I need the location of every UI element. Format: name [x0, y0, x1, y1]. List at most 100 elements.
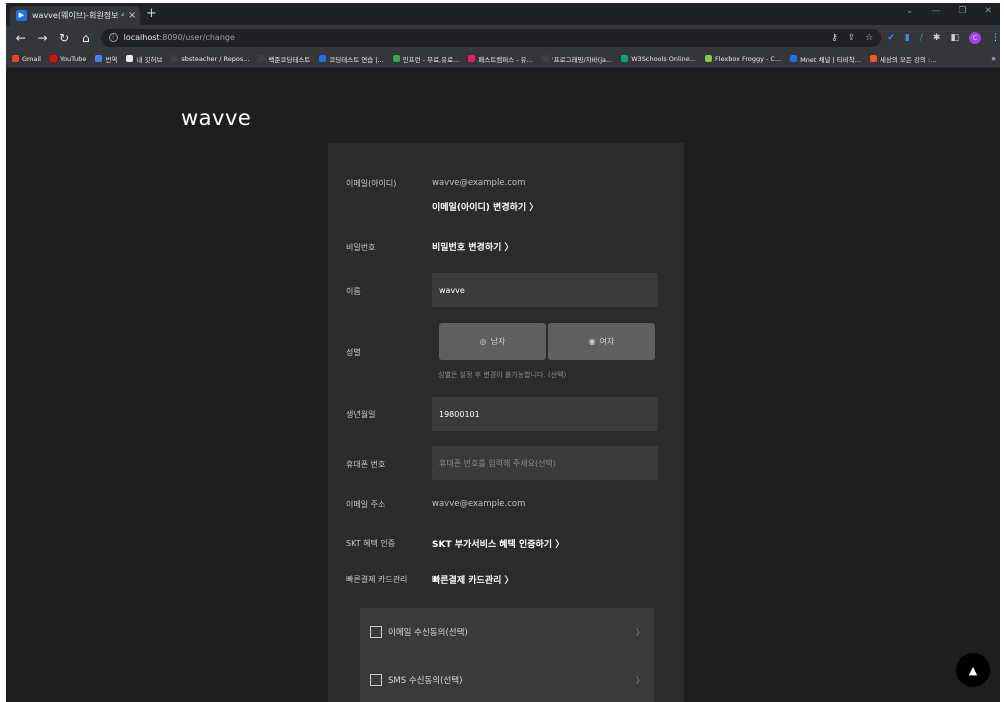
- email-id-value: wavve@example.com: [432, 178, 526, 188]
- gender-hint: 성별은 설정 후 변경이 불가능합니다. (선택): [438, 371, 567, 379]
- consent-email-row[interactable]: 이메일 수신동의(선택) 〉: [370, 626, 644, 638]
- consent-sms-row[interactable]: SMS 수신동의(선택) 〉: [370, 674, 644, 686]
- name-input[interactable]: wavve: [432, 273, 658, 307]
- bookmark-item[interactable]: 번역: [95, 54, 117, 64]
- puzzle-icon[interactable]: ✱: [933, 33, 941, 43]
- star-icon[interactable]: ☆: [865, 33, 873, 43]
- tab-close-icon[interactable]: ×: [128, 10, 136, 21]
- address-bar[interactable]: i localhost :8090/user/change ⚷ ⇪ ☆: [100, 28, 882, 47]
- chart-extension-icon[interactable]: ▮: [905, 33, 910, 43]
- bookmark-label: Flexbox Froggy - C...: [714, 54, 782, 63]
- wavve-logo[interactable]: wavve: [181, 106, 251, 130]
- male-icon: ◎: [479, 337, 487, 346]
- browser-window: ▶ wavve(웨이브)-회원정보 수정 × + ⌄ — ❐ ✕ ← → ↻ ⌂…: [6, 3, 1000, 702]
- pen-extension-icon[interactable]: /: [920, 33, 923, 43]
- gender-female-button[interactable]: ◉ 여자: [548, 323, 655, 360]
- sidebar-icon[interactable]: ◧: [950, 33, 959, 43]
- extensions-area: ✔ ▮ / ✱ ◧ C ⋮: [887, 31, 1000, 44]
- email-change-link[interactable]: 이메일(아이디) 변경하기 〉: [432, 200, 538, 213]
- url-path: :8090/user/change: [159, 33, 235, 42]
- password-label: 비밀번호: [346, 243, 376, 252]
- site-info-icon[interactable]: i: [108, 33, 118, 42]
- bookmark-item[interactable]: 백준코딩테스트: [258, 54, 310, 64]
- consent-email-checkbox[interactable]: [370, 626, 382, 638]
- bookmark-favicon-icon: [790, 55, 798, 62]
- menu-icon[interactable]: ⋮: [991, 33, 1000, 43]
- name-label: 이름: [346, 287, 361, 296]
- bookmark-favicon-icon: [95, 55, 103, 62]
- phone-label: 휴대폰 번호: [346, 460, 386, 469]
- bookmark-favicon-icon: [171, 55, 179, 62]
- share-icon[interactable]: ⇪: [848, 33, 856, 43]
- bookmark-label: Gmail: [22, 54, 41, 63]
- bookmark-item[interactable]: 패스트캠퍼스 - 유...: [468, 54, 533, 64]
- triangle-up-icon: ▲: [968, 663, 978, 677]
- birth-input[interactable]: 19800101: [432, 397, 658, 431]
- browser-tab[interactable]: ▶ wavve(웨이브)-회원정보 수정 ×: [10, 6, 140, 25]
- gender-male-label: 남자: [490, 337, 506, 346]
- bookmark-item[interactable]: sbsteacher / Repos...: [171, 55, 249, 63]
- forward-icon[interactable]: →: [36, 31, 50, 45]
- bookmark-item[interactable]: W3Schools Online...: [621, 55, 696, 63]
- bookmark-item[interactable]: Flexbox Froggy - C...: [704, 54, 782, 63]
- new-tab-button[interactable]: +: [146, 6, 157, 21]
- bookmark-favicon-icon: [392, 55, 400, 62]
- tab-title: wavve(웨이브)-회원정보 수정: [32, 11, 124, 20]
- birth-label: 생년월일: [346, 410, 376, 419]
- bookmark-item[interactable]: '프로그래밍/자바(ja...: [541, 54, 613, 64]
- bookmark-item[interactable]: YouTube: [49, 54, 87, 63]
- chevron-right-icon[interactable]: 〉: [636, 627, 644, 638]
- gender-female-label: 여자: [599, 337, 615, 346]
- browser-toolbar: ← → ↻ ⌂ i localhost :8090/user/change ⚷ …: [6, 25, 1000, 50]
- wavve-favicon-icon: ▶: [16, 10, 27, 21]
- phone-input[interactable]: 휴대폰 번호를 입력해 주세요(선택): [432, 446, 658, 480]
- window-controls: ⌄ — ❐ ✕: [906, 6, 992, 16]
- gender-male-button[interactable]: ◎ 남자: [439, 323, 546, 360]
- password-change-link[interactable]: 비밀번호 변경하기 〉: [432, 240, 514, 253]
- bookmark-favicon-icon: [869, 55, 877, 62]
- bookmark-item[interactable]: 내 깃허브: [126, 54, 162, 64]
- consent-section: 이메일 수신동의(선택) 〉 SMS 수신동의(선택) 〉: [360, 608, 654, 702]
- bookmark-item[interactable]: Gmail: [12, 55, 41, 63]
- profile-avatar[interactable]: C: [968, 31, 981, 44]
- tab-strip: ▶ wavve(웨이브)-회원정보 수정 × + ⌄ — ❐ ✕: [6, 3, 1000, 25]
- bookmark-label: '프로그래밍/자바(ja...: [551, 55, 613, 64]
- bookmark-item[interactable]: 세상의 모든 강의 :...: [869, 54, 937, 64]
- card-manage-link[interactable]: 빠른결제 카드관리 〉: [432, 573, 514, 586]
- bookmark-item[interactable]: 인프런 - 무료,유료...: [392, 54, 459, 64]
- bookmarks-bar: Gmail YouTube 번역 내 깃허브 sbsteacher / Repos...…: [6, 50, 1000, 68]
- consent-sms-label: SMS 수신동의(선택): [388, 676, 463, 686]
- bookmark-label: 백준코딩테스트: [268, 55, 311, 64]
- home-icon[interactable]: ⌂: [79, 31, 93, 45]
- female-icon: ◉: [588, 337, 596, 346]
- close-window-icon[interactable]: ✕: [984, 6, 992, 16]
- bookmark-label: YouTube: [59, 54, 87, 63]
- minimize-icon[interactable]: —: [931, 6, 940, 16]
- skt-label: SKT 혜택 인증: [346, 539, 396, 548]
- chevron-right-icon[interactable]: 〉: [636, 675, 644, 686]
- bookmark-label: 세상의 모든 강의 :...: [879, 55, 937, 64]
- bookmark-favicon-icon: [319, 55, 327, 62]
- bookmark-favicon-icon: [468, 55, 476, 62]
- key-icon[interactable]: ⚷: [831, 33, 838, 43]
- bookmark-label: W3Schools Online...: [631, 54, 696, 63]
- reload-icon[interactable]: ↻: [57, 31, 71, 45]
- bookmark-favicon-icon: [258, 55, 266, 62]
- email-id-label: 이메일(아이디): [346, 179, 397, 188]
- bookmark-label: 내 깃허브: [136, 55, 163, 64]
- skt-verify-link[interactable]: SKT 부가서비스 혜택 인증하기 〉: [432, 537, 564, 550]
- email-address-label: 이메일 주소: [346, 500, 386, 509]
- consent-sms-checkbox[interactable]: [370, 674, 382, 686]
- bookmark-item[interactable]: 코딩테스트 연습 |...: [319, 54, 384, 64]
- back-icon[interactable]: ←: [14, 31, 28, 45]
- consent-email-label: 이메일 수신동의(선택): [388, 628, 468, 638]
- scroll-to-top-button[interactable]: ▲: [956, 653, 990, 687]
- tab-search-icon[interactable]: ⌄: [906, 6, 914, 16]
- bookmarks-more-icon[interactable]: »: [991, 54, 996, 63]
- member-info-panel: 이메일(아이디) wavve@example.com 이메일(아이디) 변경하기…: [328, 143, 684, 702]
- bookmark-label: 코딩테스트 연습 |...: [329, 55, 384, 64]
- check-extension-icon[interactable]: ✔: [887, 33, 895, 43]
- restore-icon[interactable]: ❐: [958, 6, 966, 16]
- bookmark-item[interactable]: Mnet 채널 | 티비착...: [790, 54, 861, 64]
- bookmark-favicon-icon: [621, 55, 629, 62]
